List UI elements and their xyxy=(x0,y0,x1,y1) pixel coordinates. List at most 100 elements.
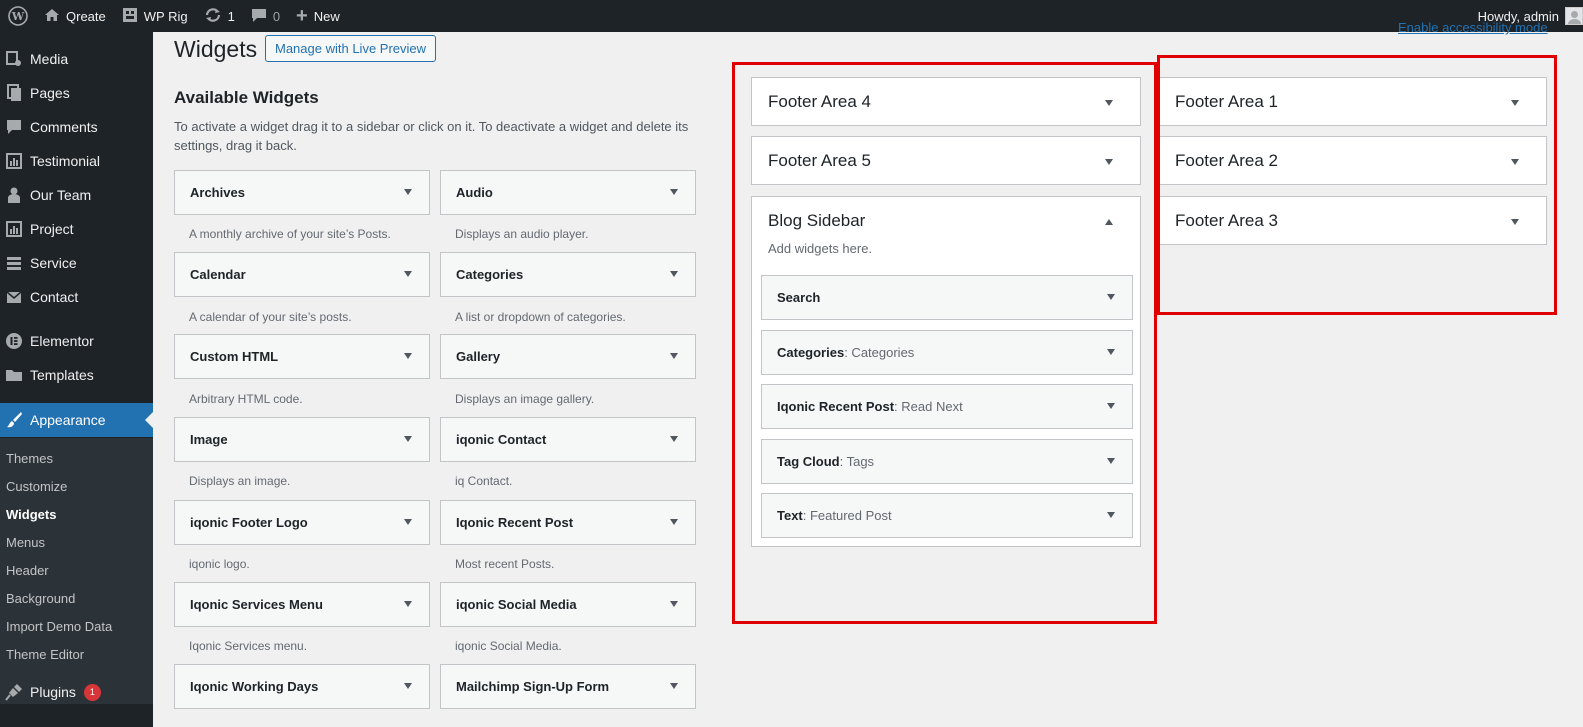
submenu-item-import-demo-data[interactable]: Import Demo Data xyxy=(6,619,112,634)
appearance-submenu: Themes Customize Widgets Menus Header Ba… xyxy=(0,438,153,704)
chevron-down-icon xyxy=(404,353,412,359)
folder-icon xyxy=(4,365,24,385)
admin-bar: W Qreate WP Rig 1 0 + New Howdy, admin xyxy=(0,0,1583,32)
sidebar-item-label: Testimonial xyxy=(30,153,101,169)
widget-title: Audio xyxy=(456,185,493,200)
submenu-item-theme-editor[interactable]: Theme Editor xyxy=(6,647,84,662)
sidebar-item-label: Media xyxy=(30,51,69,67)
avatar xyxy=(1565,7,1583,25)
comments-link[interactable]: 0 xyxy=(243,0,288,32)
home-icon xyxy=(44,7,60,26)
elementor-icon xyxy=(4,331,24,351)
mail-icon xyxy=(4,287,24,307)
sidebar-item-label: Service xyxy=(30,255,77,271)
widget-description: Displays an image gallery. xyxy=(455,392,595,406)
sidebar-item-project[interactable]: Project xyxy=(0,212,153,246)
sidebar-item-label: Comments xyxy=(30,119,98,135)
sidebar-item-our-team[interactable]: Our Team xyxy=(0,178,153,212)
widget-iqonic-social-media[interactable]: iqonic Social Media xyxy=(440,582,696,627)
widget-custom-html[interactable]: Custom HTML xyxy=(174,334,430,379)
svg-text:W: W xyxy=(11,10,25,23)
sidebar-item-label: Appearance xyxy=(30,412,106,428)
theme-name: WP Rig xyxy=(143,8,188,24)
widget-title: Custom HTML xyxy=(190,349,279,364)
widget-iqonic-recent-post[interactable]: Iqonic Recent Post xyxy=(440,500,696,545)
new-content-link[interactable]: + New xyxy=(288,0,348,32)
sidebar-item-appearance[interactable]: Appearance xyxy=(0,403,153,437)
project-icon xyxy=(4,219,24,239)
updates-icon xyxy=(204,7,222,26)
chevron-down-icon xyxy=(670,353,678,359)
submenu-item-customize[interactable]: Customize xyxy=(6,479,67,494)
highlight-box xyxy=(1157,55,1557,315)
widget-calendar[interactable]: Calendar xyxy=(174,252,430,297)
sidebar-item-elementor[interactable]: Elementor xyxy=(0,324,153,358)
widget-archives[interactable]: Archives xyxy=(174,170,430,215)
sidebar-item-media[interactable]: Media xyxy=(0,42,153,76)
service-icon xyxy=(4,253,24,273)
widget-iqonic-contact[interactable]: iqonic Contact xyxy=(440,417,696,462)
new-label: New xyxy=(313,8,340,24)
sidebar-item-label: Our Team xyxy=(30,187,92,203)
pages-icon xyxy=(4,83,24,103)
widget-iqonic-services-menu[interactable]: Iqonic Services Menu xyxy=(174,582,430,627)
chevron-down-icon xyxy=(404,519,412,525)
widget-mailchimp-signup[interactable]: Mailchimp Sign-Up Form xyxy=(440,664,696,709)
sidebar-item-label: Pages xyxy=(30,85,70,101)
plugin-icon xyxy=(4,682,24,702)
submenu-item-themes[interactable]: Themes xyxy=(6,451,53,466)
updates-link[interactable]: 1 xyxy=(196,0,243,32)
plus-icon: + xyxy=(296,5,308,27)
highlight-box xyxy=(732,62,1157,624)
chevron-down-icon xyxy=(404,436,412,442)
submenu-item-widgets[interactable]: Widgets xyxy=(6,507,56,522)
available-widgets-title: Available Widgets xyxy=(174,88,319,107)
customize-icon xyxy=(122,7,138,26)
widget-title: iqonic Contact xyxy=(456,432,547,447)
widget-title: iqonic Footer Logo xyxy=(190,515,308,530)
widget-title: Image xyxy=(190,432,228,447)
sidebar-item-label: Templates xyxy=(30,367,94,383)
sidebar-item-testimonial[interactable]: Testimonial xyxy=(0,144,153,178)
widget-title: Gallery xyxy=(456,349,501,364)
chevron-down-icon xyxy=(404,189,412,195)
widget-categories[interactable]: Categories xyxy=(440,252,696,297)
widget-description: Displays an image. xyxy=(189,474,291,488)
sidebar-item-contact[interactable]: Contact xyxy=(0,280,153,314)
sidebar-item-comments[interactable]: Comments xyxy=(0,110,153,144)
widget-iqonic-working-days[interactable]: Iqonic Working Days xyxy=(174,664,430,709)
widget-audio[interactable]: Audio xyxy=(440,170,696,215)
widget-gallery[interactable]: Gallery xyxy=(440,334,696,379)
theme-link[interactable]: WP Rig xyxy=(114,0,196,32)
live-preview-button[interactable]: Manage with Live Preview xyxy=(265,35,437,62)
wordpress-logo-icon[interactable]: W xyxy=(0,0,36,32)
widget-description: A monthly archive of your site’s Posts. xyxy=(189,227,391,241)
comments-icon xyxy=(4,117,24,137)
widget-title: Categories xyxy=(456,267,524,282)
comments-icon xyxy=(251,7,267,26)
site-name-link[interactable]: Qreate xyxy=(36,0,114,32)
sidebar-item-templates[interactable]: Templates xyxy=(0,358,153,392)
submenu-item-background[interactable]: Background xyxy=(6,591,75,606)
sidebar-item-label: Plugins xyxy=(30,684,76,700)
sidebar-item-service[interactable]: Service xyxy=(0,246,153,280)
widget-title: Calendar xyxy=(190,267,246,282)
submenu-item-menus[interactable]: Menus xyxy=(6,535,45,550)
chevron-down-icon xyxy=(670,601,678,607)
admin-sidebar: Media Pages Comments Testimonial Our Tea… xyxy=(0,32,153,727)
widget-iqonic-footer-logo[interactable]: iqonic Footer Logo xyxy=(174,500,430,545)
widget-image[interactable]: Image xyxy=(174,417,430,462)
sidebar-item-plugins[interactable]: Plugins 1 xyxy=(0,675,153,709)
sidebar-item-pages[interactable]: Pages xyxy=(0,76,153,110)
widget-title: Iqonic Recent Post xyxy=(456,515,574,530)
chevron-down-icon xyxy=(670,189,678,195)
accessibility-mode-link[interactable]: Enable accessibility mode xyxy=(1398,20,1548,35)
sidebar-item-label: Elementor xyxy=(30,333,94,349)
paintbrush-icon xyxy=(4,410,24,430)
widget-description: iqonic logo. xyxy=(189,557,250,571)
plugins-update-badge: 1 xyxy=(83,683,101,701)
submenu-item-header[interactable]: Header xyxy=(6,563,49,578)
widget-description: iqonic Social Media. xyxy=(455,639,562,653)
updates-count: 1 xyxy=(227,8,235,24)
sidebar-item-label: Project xyxy=(30,221,74,237)
